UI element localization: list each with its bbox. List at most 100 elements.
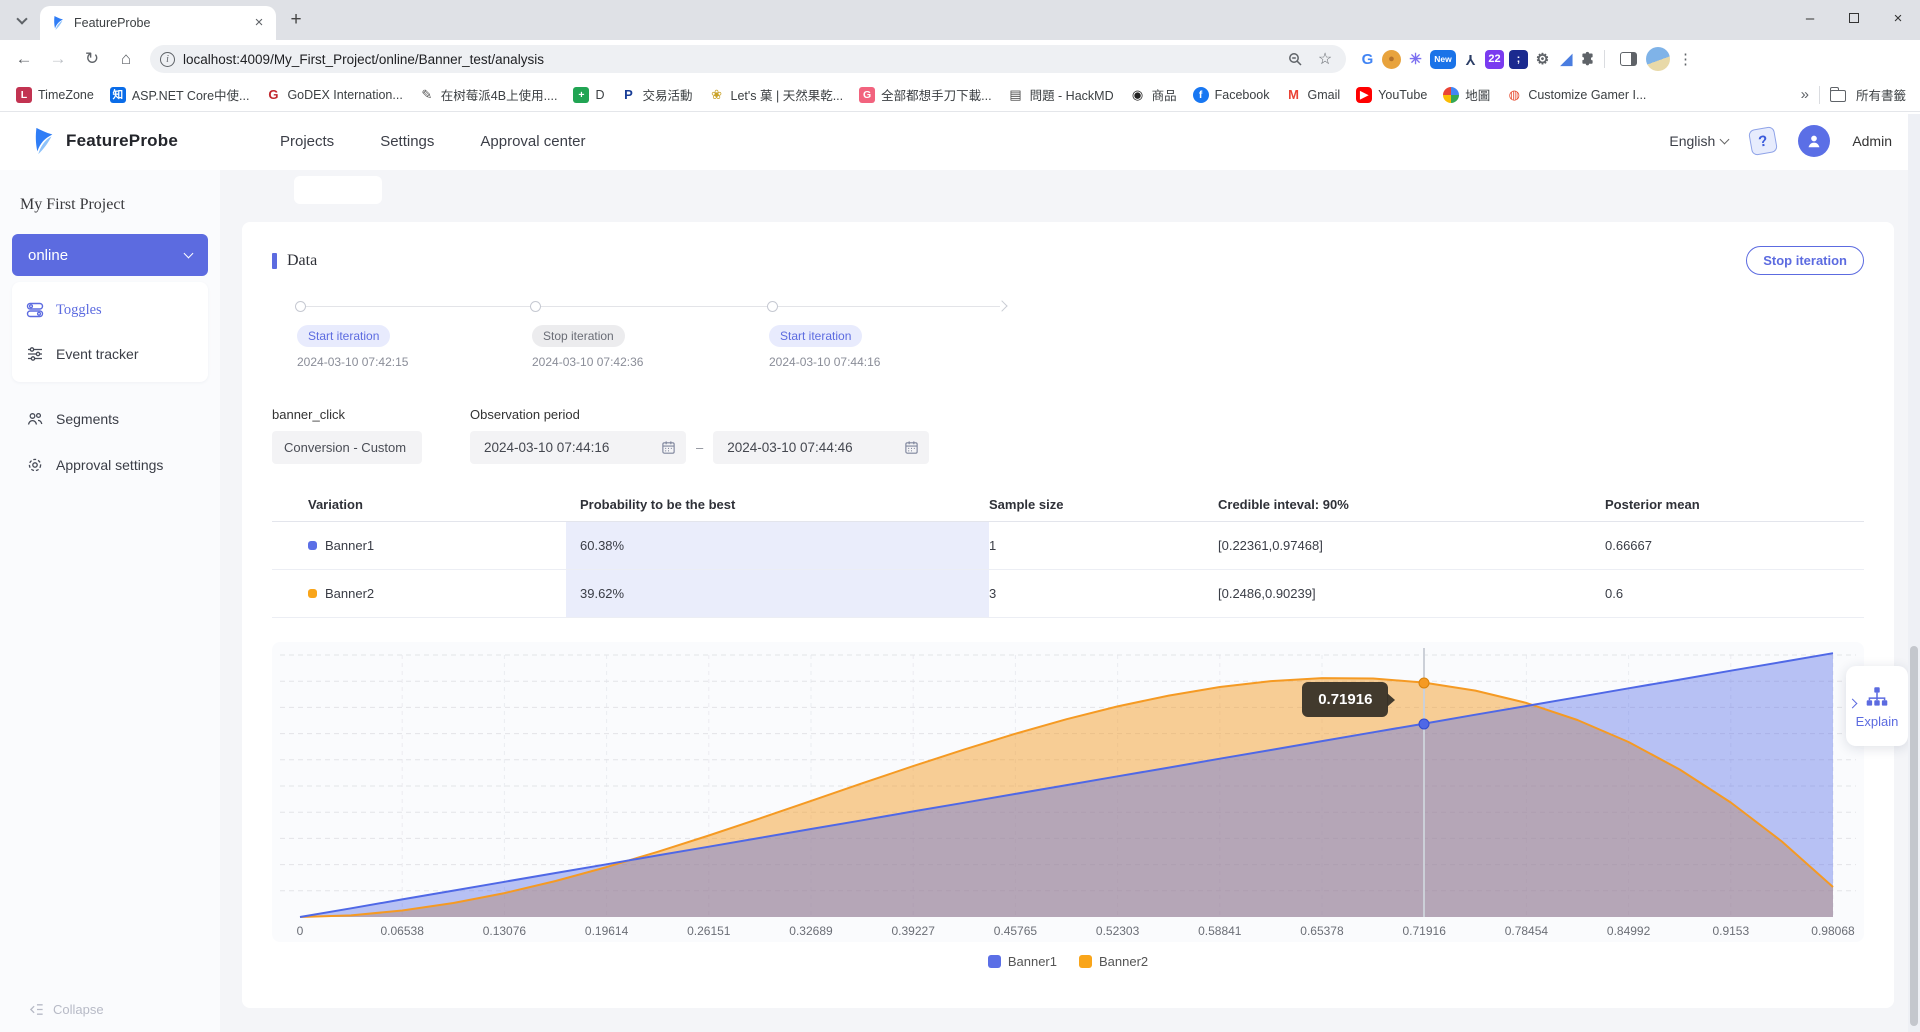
close-button[interactable]: × (1876, 0, 1920, 36)
sidebar-item-approval-settings[interactable]: Approval settings (0, 442, 220, 488)
url-bar[interactable]: i localhost:4009/My_First_Project/online… (150, 45, 1346, 73)
language-selector[interactable]: English (1669, 133, 1728, 149)
explain-panel[interactable]: Explain (1846, 666, 1908, 746)
bookmark-item[interactable]: ◉商品 (1124, 82, 1183, 107)
forward-button[interactable]: → (42, 43, 74, 75)
bookmark-item[interactable]: LTimeZone (10, 84, 100, 106)
col-header-sample-size: Sample size (989, 497, 1218, 512)
chevron-right-icon[interactable] (1848, 699, 1858, 709)
cookie-extension-icon[interactable]: ● (1382, 50, 1401, 69)
nav-settings[interactable]: Settings (380, 133, 434, 150)
browser-menu-icon[interactable]: ⋮ (1672, 50, 1699, 68)
facebook-bookmark-icon: f (1193, 87, 1209, 103)
bookmark-item[interactable]: ✎在树莓派4B上使用.... (413, 82, 564, 107)
new-badge-extension-icon[interactable]: New (1430, 50, 1456, 69)
page-scrollbar[interactable] (1908, 114, 1920, 1032)
calendar-icon[interactable] (661, 440, 676, 455)
period-start-input[interactable]: 2024-03-10 07:44:16 (470, 431, 686, 464)
extensions-puzzle-icon[interactable] (1578, 50, 1597, 69)
bookmark-label: 商品 (1152, 85, 1177, 104)
svg-text:0.26151: 0.26151 (687, 924, 731, 938)
variation-name: Banner2 (325, 586, 374, 601)
sidebar-item-event-tracker[interactable]: Event tracker (12, 332, 208, 376)
sample-size-value: 3 (989, 586, 1218, 601)
timeline-node (295, 301, 306, 312)
translate-extension-icon[interactable]: G (1358, 50, 1377, 69)
home-button[interactable]: ⌂ (110, 43, 142, 75)
maximize-button[interactable] (1832, 0, 1876, 36)
user-avatar[interactable] (1798, 125, 1830, 157)
bookmark-item[interactable]: fFacebook (1187, 84, 1276, 106)
bookmark-item[interactable]: ▤問題 - HackMD (1002, 82, 1120, 107)
sidebar-item-toggles[interactable]: Toggles (12, 288, 208, 332)
period-end-input[interactable]: 2024-03-10 07:44:46 (713, 431, 929, 464)
svg-text:0.58841: 0.58841 (1198, 924, 1242, 938)
reload-button[interactable]: ↻ (76, 43, 108, 75)
distribution-chart[interactable]: 00.065380.130760.196140.261510.326890.39… (272, 642, 1864, 942)
all-bookmarks-label[interactable]: 所有書籤 (1856, 85, 1906, 104)
bookmarks-overflow-icon[interactable]: » (1801, 86, 1809, 103)
collapse-label: Collapse (53, 1002, 104, 1017)
col-header-credible-interval: Credible inteval: 90% (1218, 497, 1605, 512)
bookmark-item[interactable]: G全部都想手刀下載... (853, 82, 997, 107)
table-row: Banner2 39.62% 3 [0.2486,0.90239] 0.6 (272, 570, 1864, 618)
timeline-node (767, 301, 778, 312)
metric-select[interactable]: Conversion - Custom (272, 431, 422, 464)
toolbar-divider (1604, 50, 1605, 68)
app-nav: Projects Settings Approval center (280, 133, 585, 150)
legend-item-banner1[interactable]: Banner1 (988, 954, 1057, 969)
app-logo[interactable]: FeatureProbe (28, 126, 258, 156)
nav-projects[interactable]: Projects (280, 133, 334, 150)
calendar-icon[interactable] (904, 440, 919, 455)
site-info-icon[interactable]: i (160, 52, 175, 67)
new-tab-button[interactable]: + (282, 6, 310, 34)
bookmark-label: 地圖 (1465, 85, 1490, 104)
help-guide-icon[interactable]: ? (1748, 126, 1778, 156)
col-header-probability: Probability to be the best (566, 488, 989, 521)
swoosh-extension-icon[interactable]: ◢ (1557, 50, 1576, 69)
scrollbar-thumb[interactable] (1910, 646, 1918, 1026)
collapse-icon (28, 1001, 45, 1018)
account-name[interactable]: Admin (1852, 133, 1892, 149)
browser-tab[interactable]: FeatureProbe × (40, 6, 276, 40)
asterisk-extension-icon[interactable]: ✳ (1406, 50, 1425, 69)
timeline-line (300, 306, 1000, 307)
tab-close-icon[interactable]: × (250, 14, 268, 32)
all-bookmarks-folder-icon[interactable] (1830, 90, 1846, 102)
purple-22-extension-icon[interactable]: 22 (1485, 50, 1504, 69)
environment-label: online (28, 247, 68, 264)
bookmark-item[interactable]: +D (567, 84, 610, 106)
sidebar-item-label: Approval settings (56, 457, 163, 473)
bookmark-item[interactable]: MGmail (1280, 84, 1347, 106)
legend-item-banner2[interactable]: Banner2 (1079, 954, 1148, 969)
bookmark-item[interactable]: ◍Customize Gamer I... (1500, 84, 1652, 106)
browser-profile-avatar[interactable] (1646, 47, 1670, 71)
timeline-badge: Start iteration (769, 325, 862, 347)
stop-iteration-button[interactable]: Stop iteration (1746, 246, 1864, 275)
bitwarden-extension-icon[interactable]: ; (1509, 50, 1528, 69)
side-panel-button[interactable] (1612, 43, 1644, 75)
bookmark-item[interactable]: P交易活動 (615, 82, 699, 107)
minimize-button[interactable]: – (1788, 0, 1832, 36)
svg-text:0.9153: 0.9153 (1712, 924, 1749, 938)
bookmark-item[interactable]: 地圖 (1437, 82, 1496, 107)
svg-text:0.06538: 0.06538 (381, 924, 425, 938)
bookmark-star-icon[interactable]: ☆ (1314, 49, 1336, 69)
bookmark-item[interactable]: 知ASP.NET Core中使... (104, 82, 256, 107)
sidebar-item-segments[interactable]: Segments (0, 396, 220, 442)
tab-search-button[interactable] (8, 6, 36, 34)
fork-extension-icon[interactable]: Y (1461, 50, 1480, 69)
sidebar-collapse-button[interactable]: Collapse (28, 1001, 104, 1018)
zoom-page-icon[interactable] (1284, 51, 1306, 67)
bookmark-item[interactable]: ❀Let's 菓 | 天然果乾... (703, 82, 850, 107)
zhihu-bookmark-icon: 知 (110, 87, 126, 103)
sliders-icon (26, 345, 44, 363)
back-button[interactable]: ← (8, 43, 40, 75)
bookmark-item[interactable]: ▶YouTube (1350, 84, 1433, 106)
nav-approval-center[interactable]: Approval center (480, 133, 585, 150)
environment-dropdown[interactable]: online (12, 234, 208, 276)
youtube-bookmark-icon: ▶ (1356, 87, 1372, 103)
gear-extension-icon[interactable]: ⚙ (1533, 50, 1552, 69)
bookmark-item[interactable]: GGoDEX Internation... (259, 84, 408, 106)
svg-text:0.98068: 0.98068 (1811, 924, 1855, 938)
